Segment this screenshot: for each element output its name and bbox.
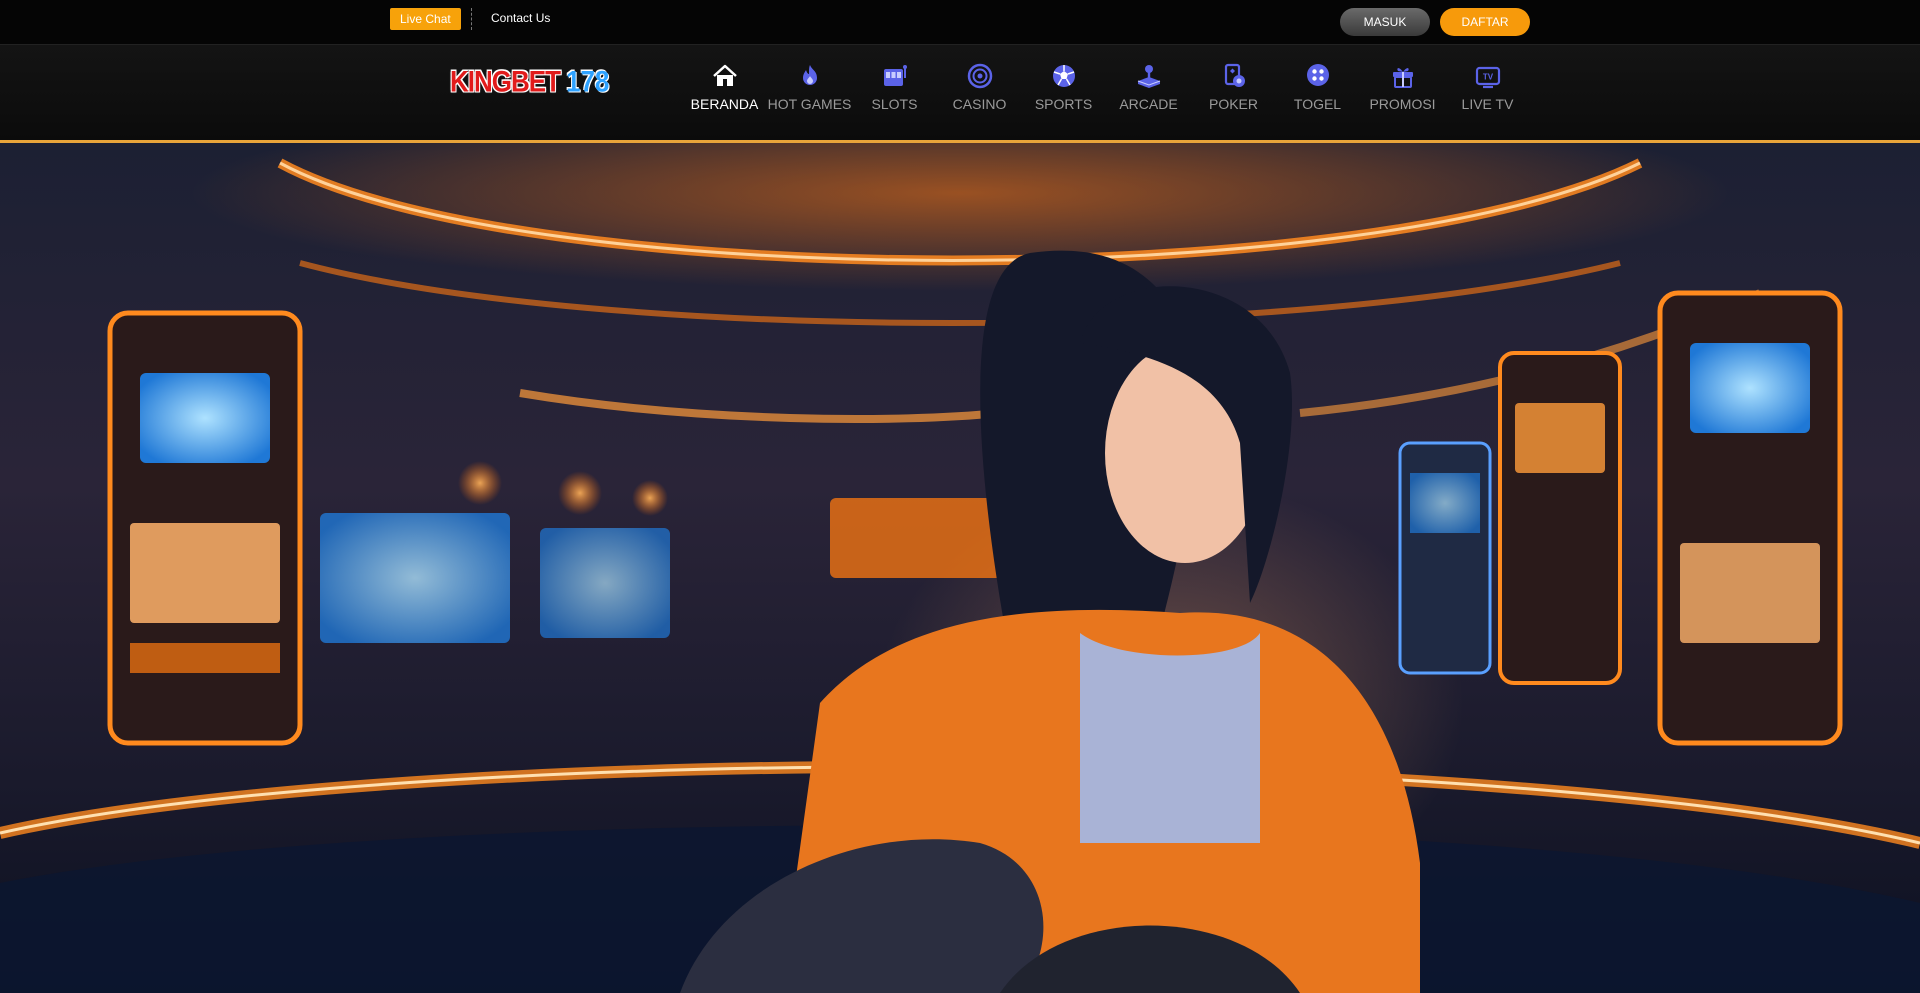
nav-item-poker[interactable]: POKER [1191, 62, 1276, 122]
register-button[interactable]: DAFTAR [1440, 8, 1530, 36]
nav-label: CASINO [952, 96, 1007, 112]
nav-label: LIVE TV [1461, 96, 1514, 112]
slot-machine-right [1657, 290, 1843, 746]
lottery-ball-icon [1306, 64, 1329, 86]
home-icon [712, 64, 737, 86]
login-button[interactable]: MASUK [1340, 8, 1430, 36]
nav-item-slots[interactable]: SLOTS [852, 62, 937, 122]
nav-label: PROMOSI [1369, 96, 1436, 112]
nav-item-casino[interactable]: CASINO [937, 62, 1022, 122]
nav-label: ARCADE [1119, 96, 1178, 112]
nav-label: SLOTS [871, 96, 918, 112]
top-bar: Live Chat Contact Us MASUK DAFTAR [0, 0, 1920, 44]
slot-machine-icon [883, 65, 907, 86]
nav-item-arcade[interactable]: ARCADE [1106, 62, 1191, 122]
nav-item-promosi[interactable]: PROMOSI [1360, 62, 1445, 122]
top-divider [471, 8, 472, 30]
soccer-ball-icon [1052, 65, 1075, 87]
character-illustration [680, 250, 1420, 993]
nav-label: POKER [1208, 96, 1258, 112]
nav-label: BERANDA [690, 96, 759, 112]
nav-item-sports[interactable]: SPORTS [1021, 62, 1106, 122]
nav-item-hot-games[interactable]: HOT GAMES [767, 62, 852, 122]
nav-label: TOGEL [1293, 96, 1342, 112]
joystick-icon [1137, 65, 1160, 88]
svg-text:TV: TV [1482, 73, 1493, 82]
nav-label: HOT GAMES [767, 96, 852, 112]
slot-machine-left [107, 310, 303, 746]
nav-label: SPORTS [1034, 96, 1093, 112]
hero-illustration [0, 158, 1920, 993]
hero-banner [0, 143, 1920, 993]
contact-us-link[interactable]: Contact Us [491, 11, 550, 25]
logo-text-kingbet: KINGBET [450, 63, 561, 98]
tv-icon: TV [1475, 66, 1500, 89]
slot-machine-left-2 [320, 461, 670, 643]
nav-item-togel[interactable]: TOGEL [1275, 62, 1360, 122]
nav-item-live-tv[interactable]: TV LIVE TV [1445, 62, 1530, 122]
gift-icon [1392, 68, 1413, 88]
site-logo[interactable]: KINGBET 178 [450, 63, 610, 98]
fire-icon [802, 65, 817, 85]
slot-machine-right-2 [1398, 351, 1622, 685]
live-chat-button[interactable]: Live Chat [390, 8, 461, 30]
roulette-icon [967, 63, 992, 89]
nav-item-beranda[interactable]: BERANDA [682, 62, 767, 122]
poker-cards-icon [1224, 63, 1245, 87]
logo-text-number: 178 [566, 63, 610, 98]
